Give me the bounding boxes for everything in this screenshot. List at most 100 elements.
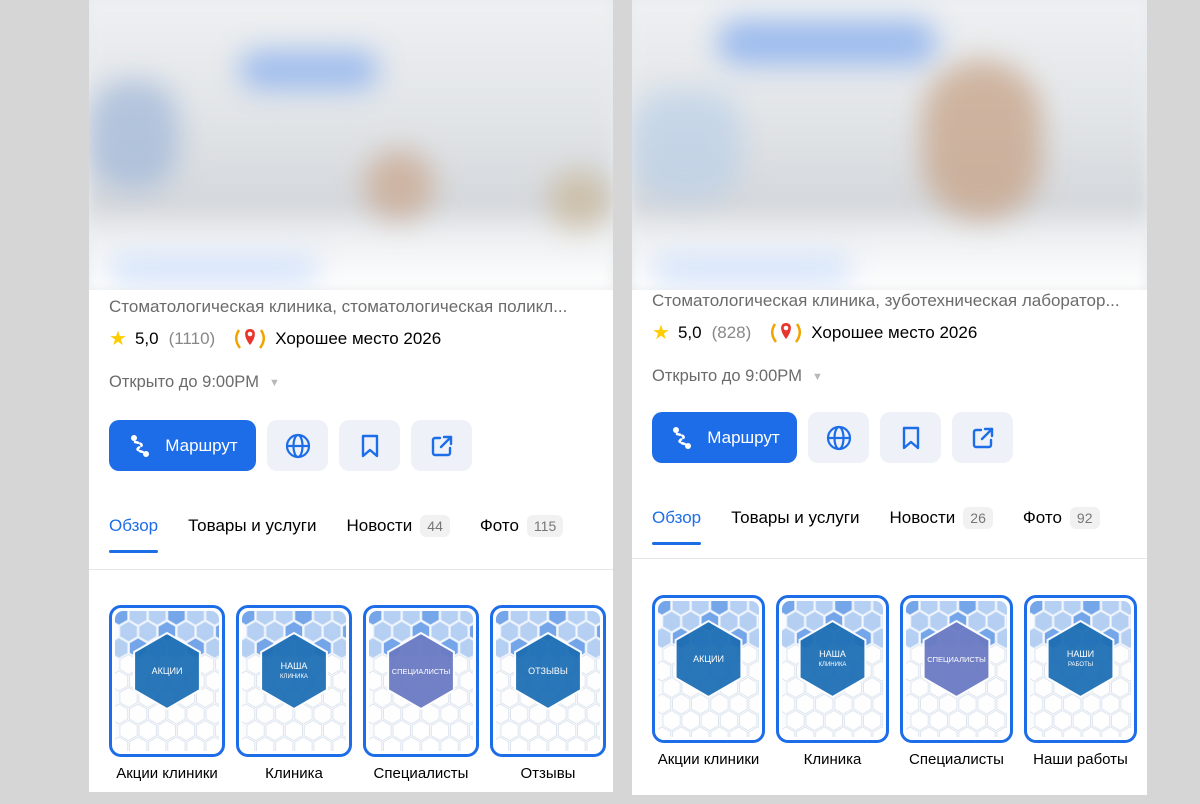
tab-label: Товары и услуги [731, 508, 860, 527]
story-thumbnail[interactable]: НАШИ РАБОТЫ [1024, 595, 1137, 743]
rating-row[interactable]: ★ 5,0 (1110) Хорошее место 2026 [109, 326, 441, 352]
award-text: Хорошее место 2026 [275, 329, 442, 348]
hexagon-pattern-icon: АКЦИИ [115, 611, 219, 751]
tab-overview[interactable]: Обзор [109, 516, 159, 553]
story-cover: НАША КЛИНИКА [242, 611, 346, 751]
laurel-pin-icon [771, 323, 802, 343]
story-cover-title: СПЕЦИАЛИСТЫ [927, 655, 986, 664]
story-cover-title: ОТЗЫВЫ [528, 666, 568, 676]
story-label: Наши работы [1033, 751, 1128, 768]
story-thumbnail[interactable]: СПЕЦИАЛИСТЫ [363, 605, 479, 757]
story-cover-title: АКЦИИ [693, 654, 724, 664]
share-icon [431, 435, 452, 456]
globe-icon [285, 433, 310, 458]
hours-text: Открыто до 9:00PM [109, 373, 260, 391]
tab-news[interactable]: Новости 44 [346, 515, 450, 537]
story-cover: НАШИ РАБОТЫ [1030, 601, 1131, 737]
review-count: (828) [711, 323, 752, 342]
story-item[interactable]: НАША КЛИНИКА Клиника [236, 605, 352, 782]
story-thumbnail[interactable]: АКЦИИ [652, 595, 765, 743]
story-thumbnail[interactable]: ОТЗЫВЫ [490, 605, 606, 757]
story-cover-subtitle: КЛИНИКА [819, 662, 847, 668]
story-thumbnail[interactable]: СПЕЦИАЛИСТЫ [900, 595, 1013, 743]
story-item[interactable]: СПЕЦИАЛИСТЫ Специалисты [363, 605, 479, 782]
route-button[interactable]: Маршрут [652, 412, 797, 463]
action-bar: Маршрут [652, 412, 1013, 463]
route-button[interactable]: Маршрут [109, 420, 256, 471]
tab-overview[interactable]: Обзор [652, 508, 702, 545]
story-cover-title: СПЕЦИАЛИСТЫ [392, 667, 451, 676]
story-item[interactable]: АКЦИИ Акции клиники [109, 605, 225, 782]
news-count-badge: 26 [963, 507, 993, 529]
story-cover-title: НАШИ [1067, 649, 1094, 659]
laurel-pin-icon [235, 329, 266, 349]
tab-goods-services[interactable]: Товары и услуги [188, 516, 316, 536]
story-thumbnail[interactable]: НАША КЛИНИКА [236, 605, 352, 757]
story-label: Специалисты [373, 765, 469, 782]
story-label: Клиника [265, 765, 323, 782]
caret-down-icon: ▼ [812, 370, 823, 383]
rating-score: 5,0 [134, 329, 159, 348]
globe-icon [826, 425, 851, 450]
share-button[interactable] [952, 412, 1013, 463]
hours-dropdown[interactable]: Открыто до 9:00PM ▼ [109, 373, 280, 392]
divider [89, 569, 613, 570]
bookmark-button[interactable] [880, 412, 941, 463]
star-icon: ★ [652, 322, 670, 344]
story-item[interactable]: ОТЗЫВЫ Отзывы [490, 605, 606, 782]
story-label: Акции клиники [116, 765, 218, 782]
tab-news[interactable]: Новости 26 [889, 507, 993, 529]
category-text: Стоматологическая клиника, стоматологиче… [109, 297, 568, 316]
story-label: Специалисты [909, 751, 1004, 768]
stories-row: АКЦИИ Акции клиники НАША КЛИНИКА Клиника СПЕЦ… [652, 595, 1137, 768]
rating-score: 5,0 [677, 323, 702, 342]
hexagon-pattern-icon: СПЕЦИАЛИСТЫ [369, 611, 473, 751]
hero-photo[interactable] [632, 0, 1147, 290]
share-button[interactable] [411, 420, 472, 471]
tab-label: Фото [1022, 508, 1062, 527]
tab-photos[interactable]: Фото 115 [479, 515, 564, 537]
hours-text: Открыто до 9:00PM [652, 367, 803, 385]
story-thumbnail[interactable]: АКЦИИ [109, 605, 225, 757]
photo-count-badge: 92 [1069, 507, 1100, 529]
action-bar: Маршрут [109, 420, 472, 471]
rating-row[interactable]: ★ 5,0 (828) Хорошее место 2026 [652, 320, 977, 346]
hexagon-pattern-icon: НАША КЛИНИКА [242, 611, 346, 751]
tab-bar: Обзор Товары и услуги Новости 26 Фото 92 [652, 507, 1147, 545]
story-item[interactable]: НАША КЛИНИКА Клиника [776, 595, 889, 768]
bookmark-button[interactable] [339, 420, 400, 471]
story-cover-subtitle: КЛИНИКА [280, 674, 308, 680]
story-item[interactable]: СПЕЦИАЛИСТЫ Специалисты [900, 595, 1013, 768]
story-thumbnail[interactable]: НАША КЛИНИКА [776, 595, 889, 743]
website-button[interactable] [808, 412, 869, 463]
review-count: (1110) [168, 329, 216, 348]
hours-dropdown[interactable]: Открыто до 9:00PM ▼ [652, 367, 823, 386]
place-card-left: Стоматологическая клиника, стоматологиче… [89, 0, 613, 792]
tab-label: Фото [479, 516, 519, 535]
star-icon: ★ [109, 328, 127, 350]
story-cover: СПЕЦИАЛИСТЫ [369, 611, 473, 751]
story-cover: АКЦИИ [115, 611, 219, 751]
story-cover-title: НАША [819, 649, 846, 659]
tab-label: Новости [889, 508, 956, 527]
hero-photo[interactable] [89, 0, 613, 290]
bookmark-icon [902, 426, 919, 449]
hexagon-pattern-icon: ОТЗЫВЫ [496, 611, 600, 751]
story-label: Клиника [803, 751, 862, 768]
tab-bar: Обзор Товары и услуги Новости 44 Фото 11… [109, 515, 613, 553]
tab-goods-services[interactable]: Товары и услуги [731, 508, 859, 528]
share-icon [972, 427, 993, 448]
tab-label: Обзор [652, 508, 702, 527]
hexagon-pattern-icon: АКЦИИ [658, 601, 759, 737]
tab-label: Товары и услуги [188, 516, 317, 535]
tab-label: Обзор [109, 516, 159, 535]
story-item[interactable]: НАШИ РАБОТЫ Наши работы [1024, 595, 1137, 768]
hexagon-pattern-icon: НАШИ РАБОТЫ [1030, 601, 1131, 737]
tab-photos[interactable]: Фото 92 [1023, 507, 1100, 529]
story-cover-title: НАША [281, 661, 308, 671]
tab-label: Новости [346, 516, 413, 535]
hexagon-pattern-icon: СПЕЦИАЛИСТЫ [906, 601, 1007, 737]
story-item[interactable]: АКЦИИ Акции клиники [652, 595, 765, 768]
website-button[interactable] [267, 420, 328, 471]
story-cover: СПЕЦИАЛИСТЫ [906, 601, 1007, 737]
